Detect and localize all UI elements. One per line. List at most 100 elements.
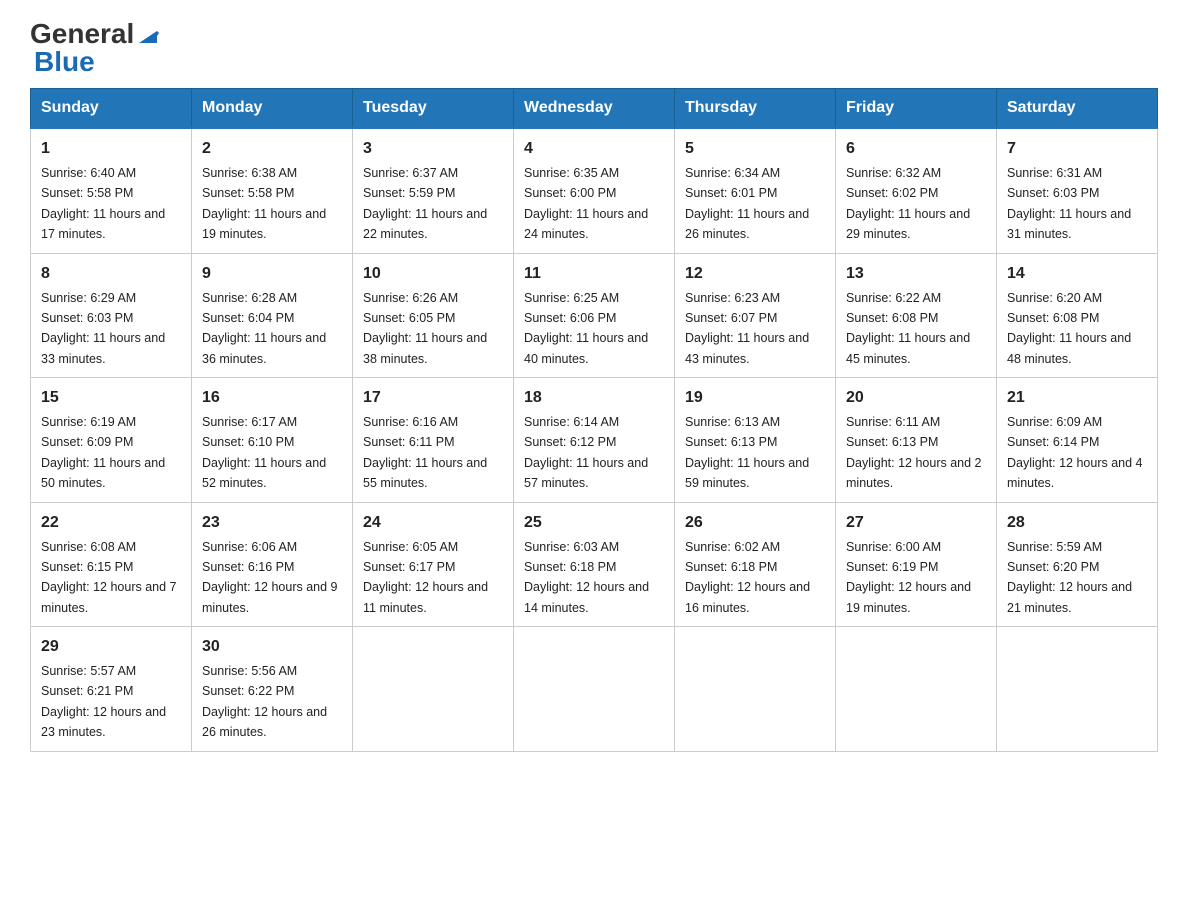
- day-info: Sunrise: 6:05 AMSunset: 6:17 PMDaylight:…: [363, 540, 488, 615]
- calendar-cell: 26 Sunrise: 6:02 AMSunset: 6:18 PMDayligh…: [675, 502, 836, 627]
- calendar-cell: 21 Sunrise: 6:09 AMSunset: 6:14 PMDayligh…: [997, 378, 1158, 503]
- day-info: Sunrise: 6:14 AMSunset: 6:12 PMDaylight:…: [524, 415, 648, 490]
- calendar-cell: 5 Sunrise: 6:34 AMSunset: 6:01 PMDaylight…: [675, 128, 836, 253]
- calendar-week-row: 15Sunrise: 6:19 AMSunset: 6:09 PMDayligh…: [31, 378, 1158, 503]
- calendar-cell: 8 Sunrise: 6:29 AMSunset: 6:03 PMDaylight…: [31, 253, 192, 378]
- weekday-header-sunday: Sunday: [31, 89, 192, 129]
- day-info: Sunrise: 5:56 AMSunset: 6:22 PMDaylight:…: [202, 664, 327, 739]
- day-info: Sunrise: 6:37 AMSunset: 5:59 PMDaylight:…: [363, 166, 487, 241]
- calendar-cell: 30 Sunrise: 5:56 AMSunset: 6:22 PMDayligh…: [192, 627, 353, 752]
- calendar-cell: [675, 627, 836, 752]
- day-info: Sunrise: 5:59 AMSunset: 6:20 PMDaylight:…: [1007, 540, 1132, 615]
- weekday-header-monday: Monday: [192, 89, 353, 129]
- day-info: Sunrise: 6:31 AMSunset: 6:03 PMDaylight:…: [1007, 166, 1131, 241]
- page-header: General Blue: [30, 20, 1158, 78]
- calendar-cell: 12Sunrise: 6:23 AMSunset: 6:07 PMDayligh…: [675, 253, 836, 378]
- calendar-cell: 14 Sunrise: 6:20 AMSunset: 6:08 PMDayligh…: [997, 253, 1158, 378]
- day-info: Sunrise: 6:32 AMSunset: 6:02 PMDaylight:…: [846, 166, 970, 241]
- day-info: Sunrise: 6:02 AMSunset: 6:18 PMDaylight:…: [685, 540, 810, 615]
- day-number: 27: [846, 511, 986, 535]
- day-info: Sunrise: 6:20 AMSunset: 6:08 PMDaylight:…: [1007, 291, 1131, 366]
- day-number: 12: [685, 262, 825, 286]
- day-number: 20: [846, 386, 986, 410]
- day-number: 7: [1007, 137, 1147, 161]
- day-info: Sunrise: 6:38 AMSunset: 5:58 PMDaylight:…: [202, 166, 326, 241]
- day-number: 28: [1007, 511, 1147, 535]
- day-number: 19: [685, 386, 825, 410]
- calendar-cell: 15Sunrise: 6:19 AMSunset: 6:09 PMDayligh…: [31, 378, 192, 503]
- day-info: Sunrise: 6:09 AMSunset: 6:14 PMDaylight:…: [1007, 415, 1143, 490]
- logo: General Blue: [30, 20, 159, 78]
- calendar-cell: 16 Sunrise: 6:17 AMSunset: 6:10 PMDayligh…: [192, 378, 353, 503]
- calendar-cell: 1 Sunrise: 6:40 AMSunset: 5:58 PMDaylight…: [31, 128, 192, 253]
- day-info: Sunrise: 5:57 AMSunset: 6:21 PMDaylight:…: [41, 664, 166, 739]
- day-info: Sunrise: 6:00 AMSunset: 6:19 PMDaylight:…: [846, 540, 971, 615]
- day-number: 18: [524, 386, 664, 410]
- day-number: 14: [1007, 262, 1147, 286]
- calendar-cell: 29 Sunrise: 5:57 AMSunset: 6:21 PMDayligh…: [31, 627, 192, 752]
- day-number: 6: [846, 137, 986, 161]
- calendar-cell: 22 Sunrise: 6:08 AMSunset: 6:15 PMDayligh…: [31, 502, 192, 627]
- day-number: 17: [363, 386, 503, 410]
- day-number: 2: [202, 137, 342, 161]
- day-info: Sunrise: 6:03 AMSunset: 6:18 PMDaylight:…: [524, 540, 649, 615]
- calendar-cell: [836, 627, 997, 752]
- calendar-cell: 24 Sunrise: 6:05 AMSunset: 6:17 PMDayligh…: [353, 502, 514, 627]
- calendar-cell: [353, 627, 514, 752]
- calendar-cell: 28 Sunrise: 5:59 AMSunset: 6:20 PMDayligh…: [997, 502, 1158, 627]
- calendar-cell: 9Sunrise: 6:28 AMSunset: 6:04 PMDaylight…: [192, 253, 353, 378]
- logo-arrow-icon: [137, 19, 159, 43]
- calendar-cell: 27 Sunrise: 6:00 AMSunset: 6:19 PMDayligh…: [836, 502, 997, 627]
- calendar-cell: 11Sunrise: 6:25 AMSunset: 6:06 PMDayligh…: [514, 253, 675, 378]
- calendar-cell: 18 Sunrise: 6:14 AMSunset: 6:12 PMDayligh…: [514, 378, 675, 503]
- day-info: Sunrise: 6:22 AMSunset: 6:08 PMDaylight:…: [846, 291, 970, 366]
- day-number: 25: [524, 511, 664, 535]
- calendar-cell: 13 Sunrise: 6:22 AMSunset: 6:08 PMDayligh…: [836, 253, 997, 378]
- weekday-header-tuesday: Tuesday: [353, 89, 514, 129]
- day-number: 29: [41, 635, 181, 659]
- day-number: 1: [41, 137, 181, 161]
- day-info: Sunrise: 6:40 AMSunset: 5:58 PMDaylight:…: [41, 166, 165, 241]
- calendar-cell: 19 Sunrise: 6:13 AMSunset: 6:13 PMDayligh…: [675, 378, 836, 503]
- day-number: 23: [202, 511, 342, 535]
- day-info: Sunrise: 6:19 AMSunset: 6:09 PMDaylight:…: [41, 415, 165, 490]
- calendar-cell: 20Sunrise: 6:11 AMSunset: 6:13 PMDayligh…: [836, 378, 997, 503]
- day-info: Sunrise: 6:28 AMSunset: 6:04 PMDaylight:…: [202, 291, 326, 366]
- calendar-cell: 2 Sunrise: 6:38 AMSunset: 5:58 PMDaylight…: [192, 128, 353, 253]
- day-info: Sunrise: 6:34 AMSunset: 6:01 PMDaylight:…: [685, 166, 809, 241]
- calendar-cell: 17 Sunrise: 6:16 AMSunset: 6:11 PMDayligh…: [353, 378, 514, 503]
- calendar-cell: [514, 627, 675, 752]
- day-number: 30: [202, 635, 342, 659]
- calendar-cell: 7 Sunrise: 6:31 AMSunset: 6:03 PMDaylight…: [997, 128, 1158, 253]
- day-number: 5: [685, 137, 825, 161]
- day-info: Sunrise: 6:08 AMSunset: 6:15 PMDaylight:…: [41, 540, 177, 615]
- calendar-cell: 23 Sunrise: 6:06 AMSunset: 6:16 PMDayligh…: [192, 502, 353, 627]
- calendar-cell: [997, 627, 1158, 752]
- day-info: Sunrise: 6:29 AMSunset: 6:03 PMDaylight:…: [41, 291, 165, 366]
- calendar-cell: 3 Sunrise: 6:37 AMSunset: 5:59 PMDaylight…: [353, 128, 514, 253]
- calendar-week-row: 8 Sunrise: 6:29 AMSunset: 6:03 PMDaylight…: [31, 253, 1158, 378]
- day-info: Sunrise: 6:16 AMSunset: 6:11 PMDaylight:…: [363, 415, 487, 490]
- day-number: 11: [524, 262, 664, 286]
- day-info: Sunrise: 6:17 AMSunset: 6:10 PMDaylight:…: [202, 415, 326, 490]
- calendar-cell: 10 Sunrise: 6:26 AMSunset: 6:05 PMDayligh…: [353, 253, 514, 378]
- day-number: 22: [41, 511, 181, 535]
- logo-general-text: General: [30, 20, 134, 48]
- day-info: Sunrise: 6:06 AMSunset: 6:16 PMDaylight:…: [202, 540, 338, 615]
- day-number: 21: [1007, 386, 1147, 410]
- day-number: 10: [363, 262, 503, 286]
- day-number: 24: [363, 511, 503, 535]
- day-number: 26: [685, 511, 825, 535]
- calendar-week-row: 22 Sunrise: 6:08 AMSunset: 6:15 PMDayligh…: [31, 502, 1158, 627]
- weekday-header-wednesday: Wednesday: [514, 89, 675, 129]
- calendar-cell: 25 Sunrise: 6:03 AMSunset: 6:18 PMDayligh…: [514, 502, 675, 627]
- day-number: 13: [846, 262, 986, 286]
- day-number: 3: [363, 137, 503, 161]
- day-info: Sunrise: 6:13 AMSunset: 6:13 PMDaylight:…: [685, 415, 809, 490]
- day-info: Sunrise: 6:26 AMSunset: 6:05 PMDaylight:…: [363, 291, 487, 366]
- day-number: 8: [41, 262, 181, 286]
- calendar-week-row: 1 Sunrise: 6:40 AMSunset: 5:58 PMDaylight…: [31, 128, 1158, 253]
- logo-blue-text: Blue: [34, 46, 95, 77]
- day-number: 16: [202, 386, 342, 410]
- calendar-cell: 4Sunrise: 6:35 AMSunset: 6:00 PMDaylight…: [514, 128, 675, 253]
